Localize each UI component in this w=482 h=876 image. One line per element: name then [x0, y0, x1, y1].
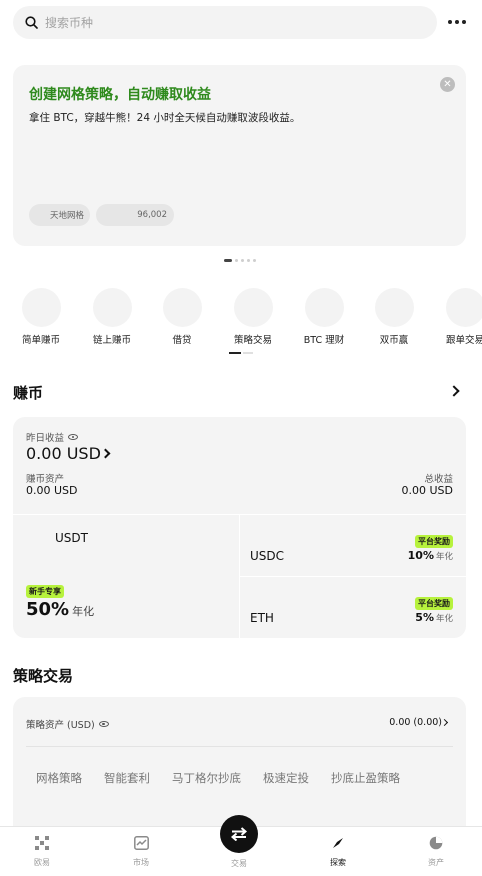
promo-banner[interactable]: 创建网格策略，自动赚取收益 拿住 BTC，穿越牛熊！24 小时全天候自动赚取波段…: [13, 65, 466, 246]
shortcut-copy-trade[interactable]: 跟单交易: [430, 288, 482, 346]
earn-section-title: 赚币: [13, 384, 44, 402]
pager-dot[interactable]: [235, 259, 238, 262]
product-usdt-rate[interactable]: 50% 年化: [26, 599, 94, 620]
shortcut-label: 简单赚币: [21, 335, 60, 346]
strategy-assets-label-text: 策略资产 (USD): [26, 720, 95, 731]
rate-unit: 年化: [72, 605, 95, 618]
total-earnings-label: 总收益: [424, 474, 453, 485]
shortcut-loan[interactable]: 借贷: [147, 288, 217, 346]
nav-label: 资产: [428, 858, 444, 867]
shortcut-icon: [92, 288, 132, 327]
shortcut-icon: [374, 288, 414, 327]
shortcut-simple-earn[interactable]: 简单赚币: [6, 288, 76, 346]
nav-trade-label: 交易: [231, 859, 247, 868]
shortcut-icon: [304, 288, 344, 327]
banner-title: 创建网格策略，自动赚取收益: [29, 87, 211, 103]
nav-label: 市场: [133, 858, 149, 867]
rate-value: 50%: [26, 599, 70, 620]
rate-value: 5%: [415, 611, 434, 624]
earn-assets-value: 0.00 USD: [26, 484, 78, 497]
okx-logo-icon: [12, 835, 72, 851]
pie-chart-icon: [406, 835, 466, 851]
shortcut-row: 简单赚币 链上赚币 借贷 策略交易 BTC 理财 双币赢 跟单交易: [0, 288, 482, 358]
shortcut-icon: [162, 288, 202, 327]
swap-icon: [230, 827, 248, 841]
search-placeholder: 搜索币种: [45, 16, 94, 30]
shortcut-icon: [233, 288, 273, 327]
strategy-tabs: 网格策略 智能套利 马丁格尔抄底 极速定投 抄底止盈策略: [36, 770, 400, 786]
shortcut-btc-finance[interactable]: BTC 理财: [289, 288, 359, 346]
shortcut-label: 策略交易: [233, 335, 272, 346]
shortcut-scroll-indicator: [229, 352, 241, 354]
rate-unit: 年化: [435, 614, 453, 624]
search-bar[interactable]: 搜索币种: [13, 6, 437, 39]
nav-explore[interactable]: 探索: [308, 835, 368, 868]
product-usdt-coin[interactable]: USDT: [55, 531, 88, 545]
banner-chip-grid: 天地网格: [29, 204, 90, 226]
shortcut-scroll-track: [243, 352, 253, 354]
tab-martingale[interactable]: 马丁格尔抄底: [172, 770, 241, 786]
total-earnings-value: 0.00 USD: [401, 484, 454, 497]
more-menu-icon[interactable]: [444, 12, 470, 32]
shortcut-label: 借贷: [172, 335, 192, 346]
chevron-right-icon[interactable]: [448, 385, 460, 397]
eye-icon[interactable]: [98, 721, 109, 727]
shortcut-onchain-earn[interactable]: 链上赚币: [77, 288, 147, 346]
tab-dip-take-profit[interactable]: 抄底止盈策略: [331, 770, 400, 786]
shortcut-label: 跟单交易: [445, 335, 482, 346]
banner-pager: [224, 259, 256, 262]
product-usdt-badge: 新手专享: [26, 585, 64, 598]
divider: [240, 576, 466, 577]
search-icon: [25, 16, 38, 29]
yesterday-label-text: 昨日收益: [26, 433, 65, 444]
nav-label: 欧易: [34, 858, 50, 867]
product-eth-coin[interactable]: ETH: [250, 611, 274, 625]
strategy-section-title: 策略交易: [13, 667, 74, 685]
chevron-right-icon[interactable]: [100, 448, 111, 459]
rate-unit: 年化: [435, 552, 453, 562]
strategy-assets-label: 策略资产 (USD): [26, 717, 109, 731]
yesterday-earnings-label: 昨日收益: [26, 430, 79, 444]
nav-home[interactable]: 欧易: [12, 835, 72, 868]
shortcut-icon: [21, 288, 61, 327]
strategy-assets-value[interactable]: 0.00 (0.00): [389, 717, 442, 728]
chart-icon: [111, 835, 171, 851]
product-eth-rate[interactable]: 5% 年化: [415, 611, 453, 624]
shortcut-label: BTC 理财: [303, 335, 345, 346]
shortcut-label: 双币赢: [379, 335, 409, 346]
pager-dot[interactable]: [247, 259, 250, 262]
close-icon[interactable]: ✕: [440, 77, 455, 92]
yesterday-earnings-value[interactable]: 0.00 USD: [26, 444, 101, 463]
eye-icon[interactable]: [68, 434, 79, 440]
divider: [26, 746, 453, 747]
earn-card: 昨日收益 0.00 USD 赚币资产 0.00 USD 总收益 0.00 USD…: [13, 417, 466, 638]
nav-assets[interactable]: 资产: [406, 835, 466, 868]
product-eth-badge: 平台奖励: [415, 597, 453, 610]
nav-market[interactable]: 市场: [111, 835, 171, 868]
shortcut-label: 链上赚币: [92, 335, 131, 346]
pager-dot[interactable]: [241, 259, 244, 262]
earn-assets-label: 赚币资产: [26, 474, 65, 485]
tab-grid[interactable]: 网格策略: [36, 770, 82, 786]
compass-icon: [308, 835, 368, 851]
banner-subtitle: 拿住 BTC，穿越牛熊！24 小时全天候自动赚取波段收益。: [29, 112, 301, 124]
pager-dot[interactable]: [224, 259, 232, 262]
rate-value: 10%: [407, 549, 434, 562]
tab-dca[interactable]: 极速定投: [263, 770, 309, 786]
shortcut-dual-invest[interactable]: 双币赢: [359, 288, 429, 346]
shortcut-strategy[interactable]: 策略交易: [218, 288, 288, 346]
trade-button[interactable]: [220, 815, 258, 853]
banner-chip-value: 96,002: [96, 204, 174, 226]
tab-arbitrage[interactable]: 智能套利: [104, 770, 150, 786]
product-usdc-badge: 平台奖励: [415, 535, 453, 548]
product-usdc-coin[interactable]: USDC: [250, 549, 284, 563]
chevron-right-icon[interactable]: [440, 718, 449, 727]
nav-label: 探索: [330, 858, 346, 867]
shortcut-icon: [445, 288, 482, 327]
pager-dot[interactable]: [253, 259, 256, 262]
product-usdc-rate[interactable]: 10% 年化: [408, 549, 453, 562]
